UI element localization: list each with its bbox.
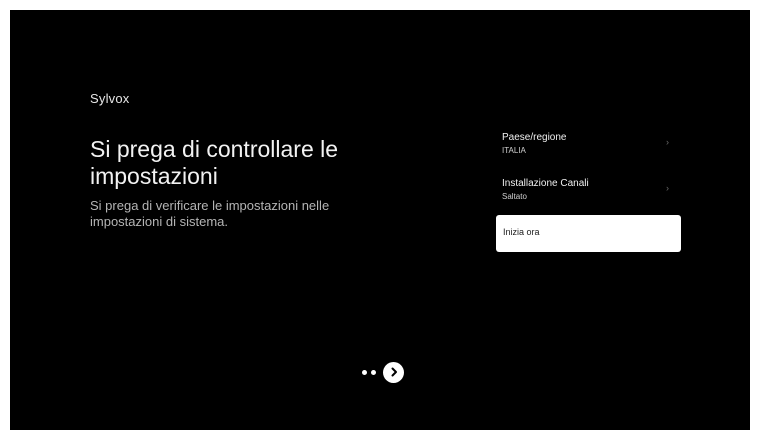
next-button[interactable] — [383, 361, 404, 383]
setting-channel-install-label: Installazione Canali — [502, 178, 589, 189]
page-dot — [371, 369, 376, 375]
settings-menu: Paese/regione ITALIA › Installazione Can… — [496, 122, 681, 252]
chevron-right-icon: › — [666, 183, 669, 193]
brand-logo: Sylvox — [90, 91, 130, 106]
setting-channel-install[interactable]: Installazione Canali Saltato › — [496, 168, 681, 214]
chevron-right-circle-icon — [391, 367, 397, 377]
page-indicator — [362, 361, 404, 383]
page-subtitle: Si prega di verificare le impostazioni n… — [90, 198, 330, 229]
start-now-button[interactable]: Inizia ora — [496, 215, 681, 252]
setup-screen: Sylvox Si prega di controllare le impost… — [10, 10, 750, 430]
setting-country-region[interactable]: Paese/regione ITALIA › — [496, 122, 681, 168]
setting-country-region-value: ITALIA — [502, 146, 526, 155]
page-title: Si prega di controllare le impostazioni — [90, 136, 339, 190]
setting-country-region-label: Paese/regione — [502, 132, 567, 143]
chevron-right-icon: › — [666, 137, 669, 147]
start-now-label: Inizia ora — [503, 227, 540, 237]
page-dot — [362, 369, 367, 375]
setting-channel-install-value: Saltato — [502, 192, 527, 201]
